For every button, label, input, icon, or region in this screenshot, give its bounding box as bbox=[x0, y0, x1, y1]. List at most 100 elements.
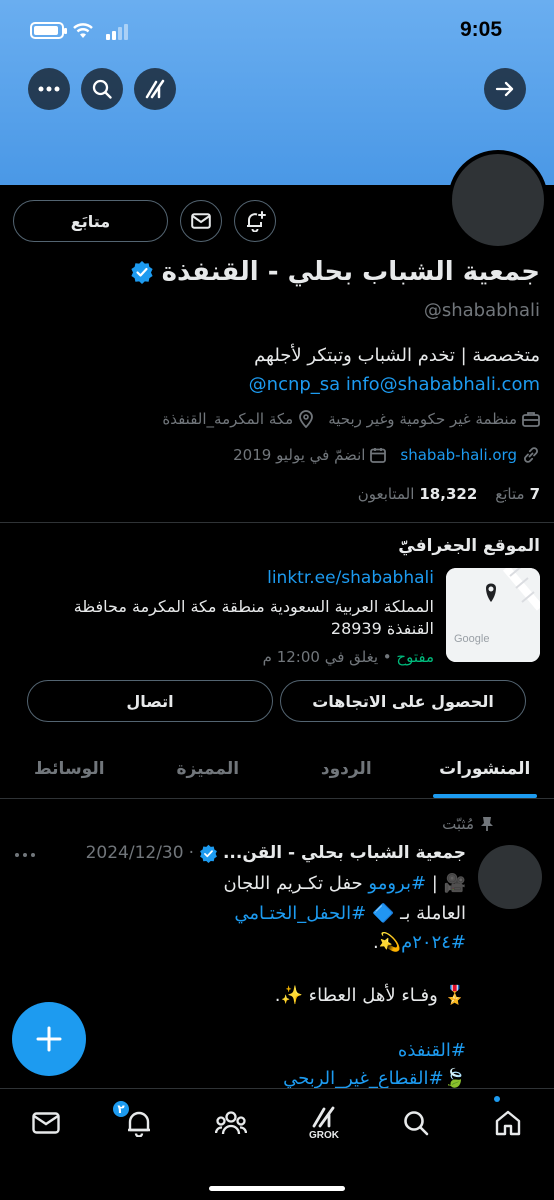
tabs-divider bbox=[0, 798, 554, 799]
tab-posts[interactable]: المنشورات bbox=[416, 740, 554, 798]
post-text: العاملة بـ 🔷 bbox=[366, 903, 466, 924]
plus-icon bbox=[36, 1026, 62, 1052]
home-icon bbox=[495, 1110, 521, 1136]
pin-icon bbox=[481, 817, 493, 831]
post-date: 2024/12/30 bbox=[85, 843, 184, 863]
following-count: 7 bbox=[529, 485, 540, 503]
profile-name: جمعية الشباب بحلي - القنفذة bbox=[161, 257, 540, 287]
joined-item: انضمّ في يوليو 2019 bbox=[233, 446, 387, 464]
notifications-badge: ٢ bbox=[111, 1099, 131, 1119]
category-item: منظمة غير حكومية وغير ربحية bbox=[328, 410, 540, 428]
post-text: 💫. bbox=[372, 932, 402, 953]
nav-messages[interactable] bbox=[18, 1101, 74, 1145]
post-more-icon[interactable] bbox=[14, 852, 36, 858]
bell-plus-icon bbox=[247, 211, 266, 232]
compose-button[interactable] bbox=[12, 1002, 86, 1076]
profile-bio-links[interactable]: @ncnp_sa info@shababhali.com bbox=[249, 374, 540, 395]
call-button[interactable]: اتصال bbox=[27, 680, 273, 722]
profile-bio: متخصصة | تخدم الشباب وتبتكر لأجلهم bbox=[254, 345, 540, 366]
map-image: Google bbox=[446, 568, 540, 662]
pinned-label: مُثبّت bbox=[442, 815, 474, 833]
nav-grok[interactable]: GROK bbox=[296, 1101, 352, 1145]
more-dots-icon bbox=[38, 86, 60, 92]
notify-button[interactable] bbox=[234, 200, 276, 242]
briefcase-icon bbox=[522, 412, 540, 427]
battery-icon bbox=[30, 22, 67, 39]
hashtag[interactable]: #٢٠٢٤م bbox=[401, 932, 466, 953]
post-line-3: #٢٠٢٤م💫. bbox=[26, 932, 466, 953]
tab-highlights[interactable]: المميزة bbox=[139, 740, 278, 798]
website-item[interactable]: shabab-hali.org bbox=[400, 446, 540, 464]
map-thumbnail[interactable]: Google bbox=[446, 568, 540, 662]
hashtag[interactable]: #برومو bbox=[368, 873, 426, 894]
joined-text: انضمّ في يوليو 2019 bbox=[233, 446, 366, 464]
post-avatar[interactable] bbox=[478, 845, 542, 909]
location-item: مكة المكرمة_القنفذة bbox=[162, 410, 314, 428]
bottom-navigation: ٢ GROK bbox=[0, 1088, 554, 1200]
location-text: مكة المكرمة_القنفذة bbox=[162, 410, 294, 428]
post-line-1: 🎥 | #برومو حفل تكـريم اللجان bbox=[223, 873, 466, 894]
status-time: 9:05 bbox=[459, 18, 502, 41]
calendar-icon bbox=[370, 448, 387, 463]
grok-label: GROK bbox=[309, 1129, 339, 1141]
website-link[interactable]: shabab-hali.org bbox=[400, 446, 517, 464]
home-new-dot bbox=[494, 1096, 500, 1102]
search-profile-button[interactable] bbox=[81, 68, 123, 110]
directions-button[interactable]: الحصول على الاتجاهات bbox=[280, 680, 526, 722]
hashtag[interactable]: #القنفذه bbox=[398, 1040, 466, 1061]
followers-count: 18,322 bbox=[419, 485, 478, 503]
post-line-4: 🎖️ وفـاء لأهل العطاء ✨. bbox=[274, 985, 466, 1006]
nav-communities[interactable] bbox=[203, 1101, 259, 1145]
home-indicator bbox=[209, 1186, 345, 1191]
cellular-signal-icon bbox=[106, 24, 128, 40]
following-label: متابَع bbox=[495, 485, 525, 503]
post-text: حفل تكـريم اللجان bbox=[223, 873, 369, 894]
profile-meta-row-1: منظمة غير حكومية وغير ربحية مكة المكرمة_… bbox=[20, 410, 540, 428]
map-brand: Google bbox=[454, 633, 489, 645]
location-card-title: الموقع الجغرافيّ bbox=[398, 536, 540, 556]
open-status: مفتوح bbox=[396, 648, 434, 666]
location-hours: مفتوح • يغلق في 12:00 م bbox=[263, 648, 434, 666]
profile-avatar[interactable] bbox=[448, 150, 548, 250]
verified-badge-icon bbox=[131, 261, 153, 284]
post-author[interactable]: جمعية الشباب بحلي - القن... bbox=[223, 843, 466, 863]
follow-stats: 7متابَع 18,322المتابعون bbox=[20, 485, 540, 503]
post-line-5: #القنفذه bbox=[26, 1040, 466, 1061]
location-link[interactable]: linktr.ee/shababhali bbox=[267, 568, 434, 588]
profile-handle: @shababhali bbox=[423, 300, 540, 321]
tab-replies[interactable]: الردود bbox=[277, 740, 416, 798]
post-header: جمعية الشباب بحلي - القن... · 2024/12/30 bbox=[85, 843, 466, 863]
tab-media[interactable]: الوسائط bbox=[0, 740, 139, 798]
hashtag[interactable]: #الحفل_الختـامي bbox=[234, 903, 366, 924]
mail-icon bbox=[191, 213, 211, 229]
nav-search[interactable] bbox=[388, 1101, 444, 1145]
wifi-icon bbox=[73, 23, 93, 38]
closing-time: • يغلق في 12:00 م bbox=[262, 648, 397, 666]
grok-button[interactable] bbox=[134, 68, 176, 110]
location-pin-icon bbox=[299, 410, 314, 428]
leaf-emoji: 🍃 bbox=[443, 1068, 466, 1089]
mail-icon bbox=[32, 1112, 60, 1134]
following-stat[interactable]: 7متابَع bbox=[495, 485, 540, 503]
nav-home[interactable] bbox=[480, 1101, 536, 1145]
more-options-button[interactable] bbox=[28, 68, 70, 110]
hashtag[interactable]: #القطاع_غير_الربحي bbox=[283, 1068, 444, 1089]
nav-notifications[interactable]: ٢ bbox=[111, 1099, 167, 1145]
pinned-indicator: مُثبّت bbox=[442, 815, 494, 833]
post-line-6: 🍃#القطاع_غير_الربحي bbox=[26, 1068, 466, 1089]
section-divider bbox=[0, 522, 554, 523]
following-button[interactable]: متابَع bbox=[13, 200, 168, 242]
grok-icon bbox=[145, 79, 165, 99]
location-address: المملكة العربية السعودية منطقة مكة المكر… bbox=[73, 597, 434, 638]
arrow-right-icon bbox=[495, 81, 514, 97]
communities-icon bbox=[215, 1111, 247, 1135]
post-line-2: العاملة بـ 🔷 #الحفل_الختـامي bbox=[26, 903, 466, 924]
message-button[interactable] bbox=[180, 200, 222, 242]
category-text: منظمة غير حكومية وغير ربحية bbox=[328, 410, 517, 428]
followers-label: المتابعون bbox=[357, 485, 415, 503]
profile-meta-row-2: shabab-hali.org انضمّ في يوليو 2019 bbox=[20, 446, 540, 464]
profile-name-row: جمعية الشباب بحلي - القنفذة bbox=[20, 257, 540, 287]
back-button[interactable] bbox=[484, 68, 526, 110]
followers-stat[interactable]: 18,322المتابعون bbox=[358, 485, 478, 503]
search-icon bbox=[404, 1111, 429, 1136]
